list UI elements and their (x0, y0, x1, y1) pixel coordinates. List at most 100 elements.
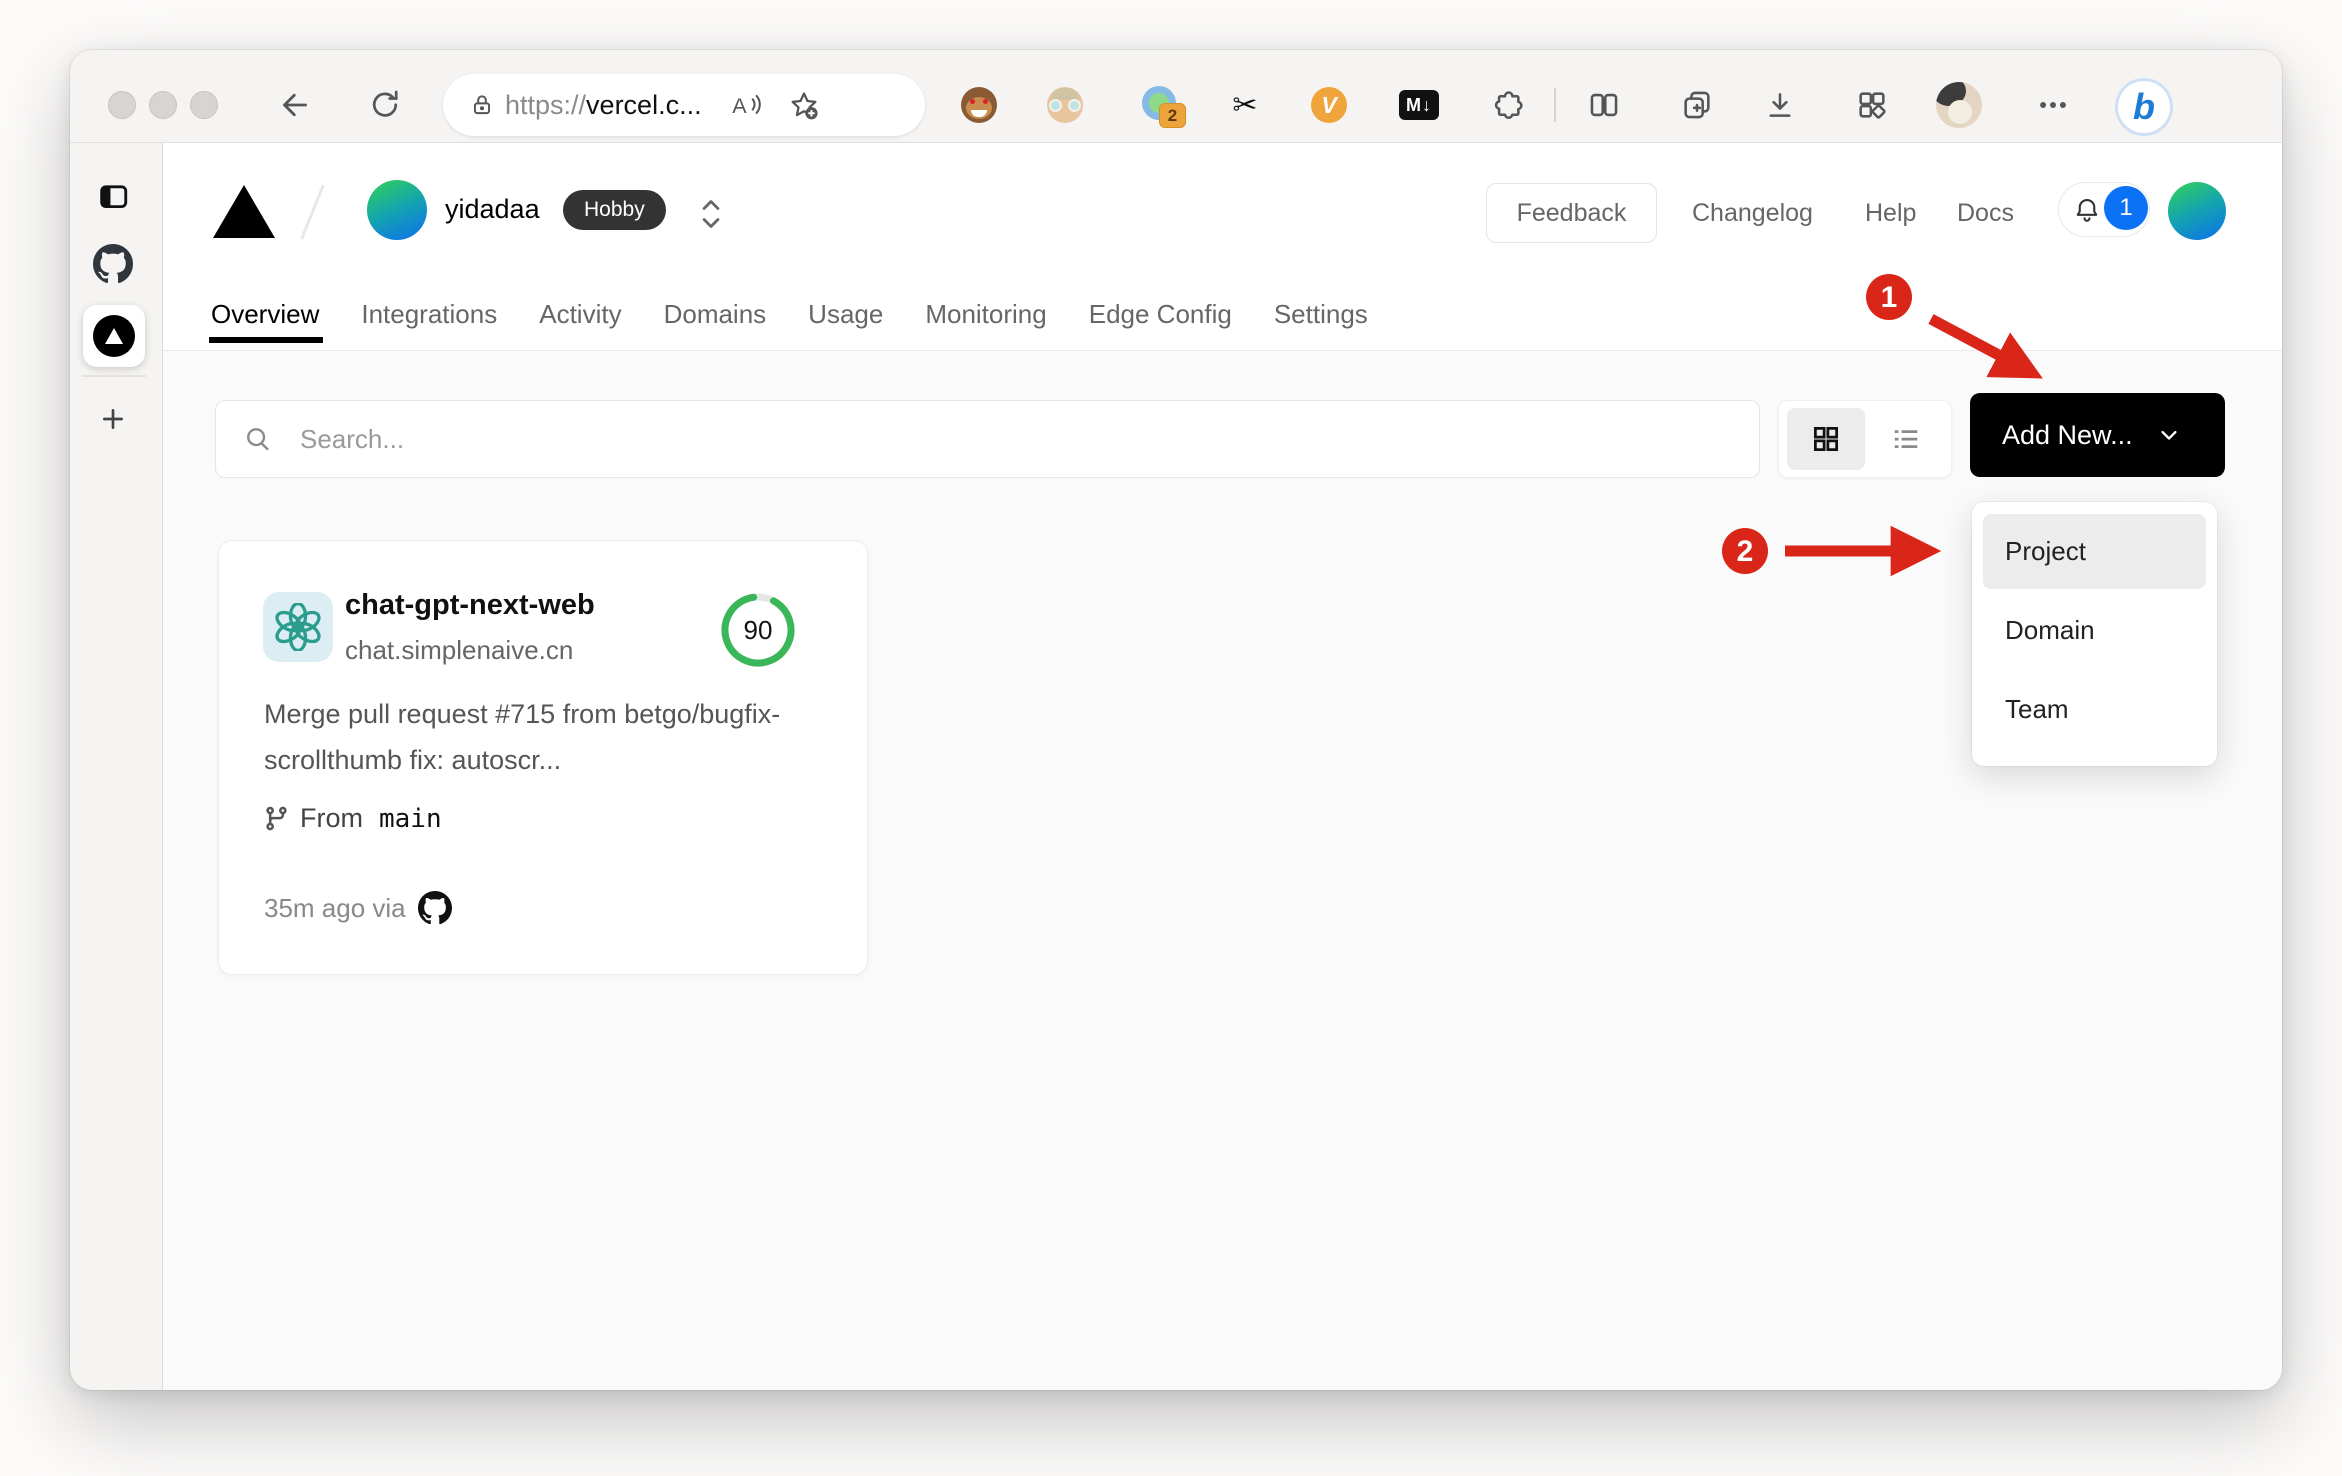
browser-side-rail (70, 143, 163, 1390)
downloads-button[interactable] (1752, 77, 1808, 133)
side-rail-divider (82, 375, 146, 377)
vercel-favicon (93, 315, 135, 357)
back-arrow-icon (283, 93, 307, 117)
nav-help[interactable]: Help (1865, 183, 1916, 243)
extension-proxy[interactable]: 2 (1133, 77, 1189, 133)
chevron-down-icon (2160, 430, 2177, 440)
extension-monkey[interactable] (951, 77, 1007, 133)
tab-settings[interactable]: Settings (1274, 299, 1368, 330)
team-switcher-chevrons-icon[interactable] (697, 196, 725, 232)
vercel-logo[interactable] (213, 185, 275, 238)
side-rail-vercel-active[interactable] (83, 305, 145, 367)
bing-icon: b (2115, 78, 2173, 136)
branch-name[interactable]: main (379, 804, 442, 834)
extension-scissors[interactable]: ✂ (1217, 77, 1273, 133)
url-scheme: https:// (505, 89, 587, 120)
collections-button[interactable] (1669, 77, 1725, 133)
score-gauge[interactable]: 90 (719, 591, 797, 669)
side-rail-github[interactable] (85, 236, 141, 292)
bing-chat-button[interactable]: b (2113, 76, 2175, 138)
add-new-button[interactable]: Add New... (1970, 393, 2225, 477)
url-host: vercel.c... (586, 89, 702, 120)
plus-icon (103, 409, 123, 429)
annotation-circle-1 (1866, 274, 1912, 320)
menu-item-project[interactable]: Project (1983, 514, 2206, 589)
project-card[interactable]: chat-gpt-next-web chat.simplenaive.cn 90… (218, 540, 868, 975)
nav-changelog[interactable]: Changelog (1692, 183, 1813, 243)
extension-avatar-glasses[interactable] (1037, 77, 1093, 133)
deploy-meta: 35m ago via (264, 892, 406, 923)
feedback-button[interactable]: Feedback (1486, 183, 1657, 243)
notification-count-badge: 1 (2104, 186, 2148, 230)
tab-usage[interactable]: Usage (808, 299, 883, 330)
score-value: 90 (743, 614, 773, 645)
commit-message[interactable]: Merge pull request #715 from betgo/bugfi… (264, 691, 844, 783)
plan-badge: Hobby (563, 190, 666, 230)
settings-more-button[interactable] (2025, 77, 2081, 133)
nav-docs[interactable]: Docs (1957, 183, 2014, 243)
tab-activity[interactable]: Activity (539, 299, 621, 330)
tab-domains[interactable]: Domains (664, 299, 767, 330)
elder-face-icon (1047, 87, 1083, 123)
extension-badge: 2 (1159, 103, 1186, 128)
github-source-icon[interactable] (417, 891, 452, 925)
project-name[interactable]: chat-gpt-next-web (345, 589, 595, 622)
read-aloud-icon[interactable]: A (730, 90, 764, 120)
toggle-sidebar-button[interactable] (85, 168, 141, 224)
menu-item-team[interactable]: Team (1983, 672, 2206, 747)
split-screen-icon (1590, 93, 1618, 117)
tab-overview[interactable]: Overview (208, 299, 324, 343)
sidebar-panel-icon (100, 185, 128, 209)
branch-row: From main (263, 803, 442, 834)
openai-logo-icon (275, 603, 321, 651)
add-new-dropdown: Project Domain Team (1972, 502, 2217, 766)
team-avatar[interactable] (367, 180, 427, 240)
team-name[interactable]: yidadaa (445, 194, 540, 225)
extension-markdown[interactable]: M↓ (1391, 77, 1447, 133)
vercel-dashboard-page: yidadaa Hobby Feedback Changelog Help Do… (163, 143, 2282, 1390)
circle-dot-icon: 2 (1142, 86, 1186, 128)
project-domain[interactable]: chat.simplenaive.cn (345, 635, 573, 666)
dashboard-tabs: Overview Integrations Activity Domains U… (208, 283, 1368, 345)
refresh-button[interactable] (357, 77, 413, 133)
tabs-bottom-border (163, 350, 2282, 351)
puzzle-icon (1494, 91, 1523, 119)
menu-item-domain[interactable]: Domain (1983, 593, 2206, 668)
extensions-menu-button[interactable] (1481, 77, 1537, 133)
cat-avatar (1936, 82, 1982, 128)
card-footer: 35m ago via (264, 891, 452, 925)
grid-view-button[interactable] (1787, 408, 1865, 470)
breadcrumb-slash (300, 184, 325, 240)
url-text: https://vercel.c... (505, 90, 702, 121)
tab-edge-config[interactable]: Edge Config (1089, 299, 1232, 330)
list-view-button[interactable] (1871, 408, 1941, 470)
traffic-light-zoom[interactable] (190, 91, 218, 119)
annotation-step-1: 1 (1881, 281, 1898, 314)
search-input[interactable] (215, 400, 1760, 478)
monkey-icon (961, 87, 997, 123)
github-icon (93, 244, 133, 284)
bell-icon (2076, 198, 2098, 222)
traffic-light-close[interactable] (108, 91, 136, 119)
v-extension-icon: V (1311, 87, 1347, 123)
back-button[interactable] (267, 77, 323, 133)
user-avatar[interactable] (2168, 182, 2226, 240)
screenshot-stage: https://vercel.c... A 2 ✂ V M↓ b yidadaa… (0, 0, 2342, 1476)
vercel-triangle-logo (213, 185, 275, 238)
apps-button[interactable] (1844, 77, 1900, 133)
ellipsis-icon (2040, 102, 2066, 108)
add-favorite-icon[interactable] (788, 89, 820, 121)
project-icon-tile (263, 592, 333, 662)
search-icon (247, 428, 269, 451)
refresh-icon (372, 90, 398, 117)
browser-profile-button[interactable] (1931, 77, 1987, 133)
url-bar[interactable]: https://vercel.c... A (443, 74, 925, 136)
extension-v[interactable]: V (1301, 77, 1357, 133)
traffic-light-minimize[interactable] (149, 91, 177, 119)
side-rail-add-button[interactable] (85, 391, 141, 447)
tab-monitoring[interactable]: Monitoring (925, 299, 1046, 330)
svg-text:A: A (732, 94, 747, 118)
split-screen-button[interactable] (1576, 77, 1632, 133)
tab-integrations[interactable]: Integrations (361, 299, 497, 330)
list-view-icon (1894, 430, 1918, 448)
